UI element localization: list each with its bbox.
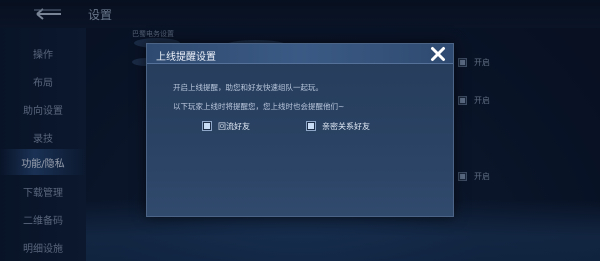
- checkbox-icon[interactable]: [306, 121, 316, 131]
- dialog-description: 以下玩家上线时将提醒您，您上线时也会提醒他们~: [173, 102, 345, 111]
- dialog-title: 上线提醒设置: [156, 52, 216, 63]
- close-icon: [431, 47, 445, 61]
- close-button[interactable]: [429, 45, 447, 63]
- online-reminder-dialog: 上线提醒设置 开启上线提醒，助您和好友快速组队一起玩。 以下玩家上线时将提醒您，…: [146, 43, 454, 217]
- option-label: 回流好友: [218, 121, 250, 131]
- option-returning-friends[interactable]: 回流好友: [202, 120, 250, 132]
- dialog-description: 开启上线提醒，助您和好友快速组队一起玩。: [173, 83, 323, 92]
- dialog-header: 上线提醒设置: [147, 44, 453, 64]
- option-label: 亲密关系好友: [322, 121, 370, 131]
- checkbox-icon[interactable]: [202, 121, 212, 131]
- option-intimate-friends[interactable]: 亲密关系好友: [306, 120, 370, 132]
